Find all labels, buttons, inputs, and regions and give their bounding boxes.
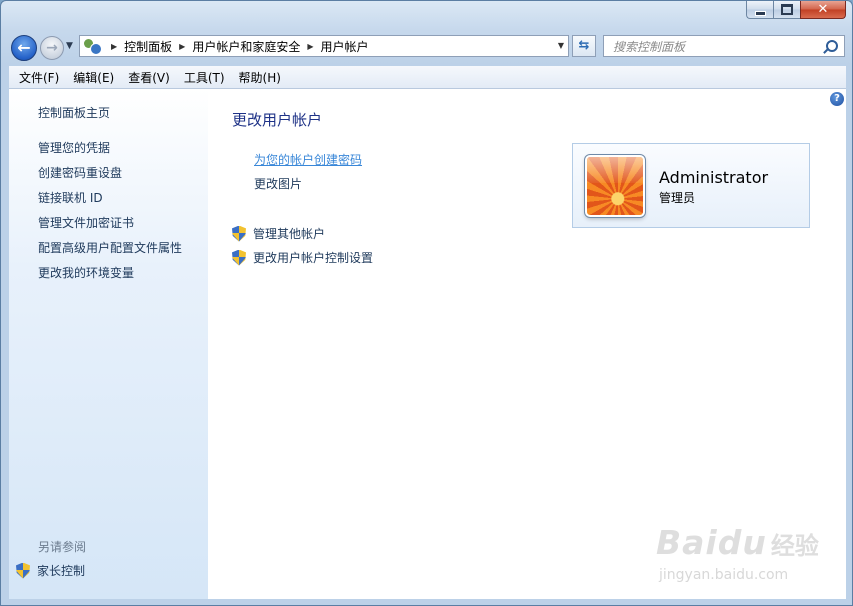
uac-shield-icon bbox=[16, 562, 30, 579]
user-accounts-icon bbox=[84, 38, 102, 55]
account-role: 管理员 bbox=[659, 191, 696, 205]
manage-credentials-link[interactable]: 管理您的凭据 bbox=[38, 139, 110, 156]
refresh-icon: ⇆ bbox=[578, 38, 590, 53]
search-input[interactable]: 搜索控制面板 bbox=[603, 35, 845, 57]
watermark-url: jingyan.baidu.com bbox=[659, 567, 789, 583]
history-dropdown-icon[interactable]: ▼ bbox=[66, 41, 73, 51]
watermark-brand: Baidu bbox=[656, 523, 767, 562]
close-button[interactable]: ✕ bbox=[800, 1, 846, 19]
create-password-link[interactable]: 为您的帐户创建密码 bbox=[254, 151, 362, 168]
create-password-reset-disk-link[interactable]: 创建密码重设盘 bbox=[38, 164, 122, 181]
menu-bar: 文件(F) 编辑(E) 查看(V) 工具(T) 帮助(H) bbox=[9, 66, 846, 89]
minimize-icon bbox=[754, 10, 766, 16]
menu-file[interactable]: 文件(F) bbox=[12, 69, 66, 86]
back-arrow-icon: ← bbox=[17, 38, 31, 57]
control-panel-home-link[interactable]: 控制面板主页 bbox=[38, 104, 110, 121]
address-dropdown-icon[interactable]: ▼ bbox=[558, 41, 564, 50]
back-button[interactable]: ← bbox=[11, 35, 37, 61]
breadcrumb-user-accounts[interactable]: 用户帐户 bbox=[321, 38, 369, 55]
advanced-profile-properties-link[interactable]: 配置高级用户配置文件属性 bbox=[38, 239, 182, 256]
window: ✕ ← → ▼ ▶ 控制面板 ▶ 用户帐户和家庭安全 ▶ 用户帐户 ▼ ⇆ 搜索… bbox=[0, 0, 853, 606]
parental-controls-link[interactable]: 家长控制 bbox=[37, 562, 85, 579]
change-picture-link[interactable]: 更改图片 bbox=[254, 175, 302, 192]
minimize-button[interactable] bbox=[746, 1, 773, 19]
forward-arrow-icon: → bbox=[46, 40, 58, 56]
account-card: Administrator 管理员 bbox=[572, 143, 810, 228]
manage-other-accounts-link[interactable]: 管理其他帐户 bbox=[253, 225, 325, 242]
menu-edit[interactable]: 编辑(E) bbox=[66, 69, 121, 86]
manage-encryption-certificates-link[interactable]: 管理文件加密证书 bbox=[38, 214, 134, 231]
change-uac-settings-link[interactable]: 更改用户帐户控制设置 bbox=[253, 249, 373, 266]
see-also-heading: 另请参阅 bbox=[38, 540, 87, 554]
breadcrumb-user-accounts-family-safety[interactable]: 用户帐户和家庭安全 bbox=[192, 38, 300, 55]
maximize-button[interactable] bbox=[773, 1, 800, 19]
change-environment-variables-link[interactable]: 更改我的环境变量 bbox=[38, 264, 134, 281]
uac-shield-icon bbox=[232, 249, 246, 266]
search-icon[interactable] bbox=[826, 40, 838, 52]
help-icon[interactable]: ? bbox=[830, 92, 844, 106]
refresh-button[interactable]: ⇆ bbox=[572, 35, 596, 57]
uac-shield-icon bbox=[232, 225, 246, 242]
address-bar[interactable]: ▶ 控制面板 ▶ 用户帐户和家庭安全 ▶ 用户帐户 ▼ bbox=[79, 35, 569, 57]
forward-button[interactable]: → bbox=[40, 36, 64, 60]
maximize-icon bbox=[781, 4, 793, 15]
manage-other-accounts-row[interactable]: 管理其他帐户 bbox=[232, 225, 325, 242]
breadcrumb-separator-icon[interactable]: ▶ bbox=[111, 42, 117, 51]
account-name: Administrator bbox=[659, 168, 769, 187]
caption-buttons: ✕ bbox=[746, 1, 846, 19]
task-pane: 控制面板主页 管理您的凭据 创建密码重设盘 链接联机 ID 管理文件加密证书 配… bbox=[9, 89, 208, 599]
search-placeholder: 搜索控制面板 bbox=[613, 39, 686, 54]
parental-controls-row[interactable]: 家长控制 bbox=[16, 562, 85, 579]
menu-view[interactable]: 查看(V) bbox=[121, 69, 177, 86]
navigation-bar: ← → ▼ ▶ 控制面板 ▶ 用户帐户和家庭安全 ▶ 用户帐户 ▼ ⇆ 搜索控制… bbox=[1, 31, 852, 63]
avatar bbox=[585, 155, 645, 217]
menu-help[interactable]: 帮助(H) bbox=[232, 69, 288, 86]
breadcrumb-separator-icon[interactable]: ▶ bbox=[307, 42, 313, 51]
breadcrumb-separator-icon[interactable]: ▶ bbox=[179, 42, 185, 51]
page-title: 更改用户帐户 bbox=[232, 111, 323, 129]
watermark: Baidu 经验 jingyan.baidu.com bbox=[656, 523, 819, 583]
menu-tools[interactable]: 工具(T) bbox=[177, 69, 232, 86]
watermark-cn: 经验 bbox=[770, 532, 819, 560]
uac-settings-row[interactable]: 更改用户帐户控制设置 bbox=[232, 249, 373, 266]
link-online-id-link[interactable]: 链接联机 ID bbox=[38, 189, 103, 206]
breadcrumb-control-panel[interactable]: 控制面板 bbox=[124, 38, 172, 55]
